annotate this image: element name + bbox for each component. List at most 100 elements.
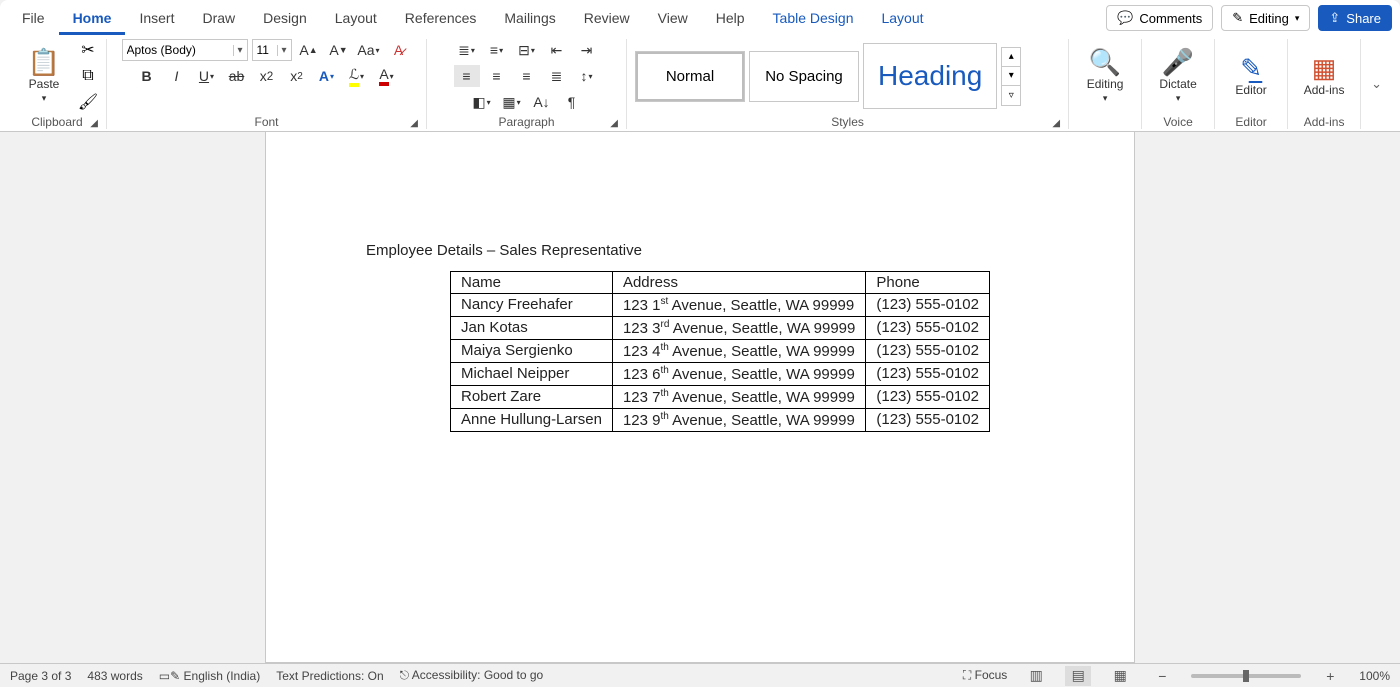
tab-references[interactable]: References: [391, 4, 491, 35]
status-predictions[interactable]: Text Predictions: On: [276, 669, 383, 683]
table-row[interactable]: Anne Hullung-Larsen 123 9th Avenue, Seat…: [451, 409, 990, 432]
focus-button[interactable]: ⛶ Focus: [963, 668, 1007, 683]
tab-design[interactable]: Design: [249, 4, 321, 35]
font-size-combo[interactable]: ▾: [252, 39, 292, 61]
employee-table[interactable]: Name Address Phone Nancy Freehafer 123 1…: [450, 271, 990, 432]
styles-scroll-up[interactable]: ▴: [1002, 48, 1020, 67]
show-marks-button[interactable]: ¶: [559, 91, 585, 113]
tab-home[interactable]: Home: [59, 4, 126, 35]
document-heading[interactable]: Employee Details – Sales Representative: [366, 242, 1054, 259]
comments-button[interactable]: 💬 Comments: [1106, 5, 1213, 31]
font-size-input[interactable]: [253, 40, 277, 60]
cell-name[interactable]: Robert Zare: [451, 386, 613, 409]
editor-button[interactable]: ✎̲ Editor: [1223, 55, 1279, 97]
zoom-slider[interactable]: [1191, 674, 1301, 678]
increase-indent-button[interactable]: ⇥: [574, 39, 600, 61]
align-center-button[interactable]: ≡: [484, 65, 510, 87]
clipboard-launcher[interactable]: ◢: [90, 118, 98, 129]
superscript-button[interactable]: x2: [284, 65, 310, 87]
col-phone[interactable]: Phone: [866, 272, 990, 294]
tab-help[interactable]: Help: [702, 4, 759, 35]
style-normal[interactable]: Normal: [635, 51, 745, 102]
zoom-level[interactable]: 100%: [1359, 669, 1390, 683]
tab-mailings[interactable]: Mailings: [490, 4, 569, 35]
share-button[interactable]: ⇪ Share: [1318, 5, 1392, 31]
style-heading[interactable]: Heading: [863, 43, 997, 109]
editing-mode-button[interactable]: ✎ Editing ▾: [1221, 5, 1310, 31]
col-address[interactable]: Address: [612, 272, 865, 294]
tab-tablelayout[interactable]: Layout: [867, 4, 937, 35]
tab-review[interactable]: Review: [570, 4, 644, 35]
print-layout-button[interactable]: ▤: [1065, 666, 1091, 686]
italic-button[interactable]: I: [164, 65, 190, 87]
zoom-in-button[interactable]: +: [1317, 666, 1343, 686]
paste-button[interactable]: 📋 Paste ▾: [16, 49, 72, 104]
style-nospacing[interactable]: No Spacing: [749, 51, 859, 102]
numbering-button[interactable]: ≡▾: [484, 39, 510, 61]
status-page[interactable]: Page 3 of 3: [10, 669, 71, 683]
tab-view[interactable]: View: [644, 4, 702, 35]
table-row[interactable]: Nancy Freehafer 123 1st Avenue, Seattle,…: [451, 294, 990, 317]
collapse-ribbon-button[interactable]: ⌄: [1361, 76, 1392, 92]
table-row[interactable]: Michael Neipper 123 6th Avenue, Seattle,…: [451, 363, 990, 386]
tab-insert[interactable]: Insert: [125, 4, 188, 35]
tab-file[interactable]: File: [8, 4, 59, 35]
justify-button[interactable]: ≣: [544, 65, 570, 87]
text-effects-button[interactable]: A▾: [314, 65, 340, 87]
sort-button[interactable]: A↓: [529, 91, 555, 113]
copy-button[interactable]: ⧉: [78, 66, 98, 86]
styles-launcher[interactable]: ◢: [1052, 118, 1060, 129]
decrease-indent-button[interactable]: ⇤: [544, 39, 570, 61]
document-canvas[interactable]: Employee Details – Sales Representative …: [0, 132, 1400, 663]
cell-address[interactable]: 123 6th Avenue, Seattle, WA 99999: [612, 363, 865, 386]
dictate-button[interactable]: 🎤 Dictate ▾: [1150, 49, 1206, 104]
cell-phone[interactable]: (123) 555-0102: [866, 294, 990, 317]
read-mode-button[interactable]: ▥: [1023, 666, 1049, 686]
bold-button[interactable]: B: [134, 65, 160, 87]
col-name[interactable]: Name: [451, 272, 613, 294]
cell-address[interactable]: 123 1st Avenue, Seattle, WA 99999: [612, 294, 865, 317]
align-left-button[interactable]: ≡: [454, 65, 480, 87]
line-spacing-button[interactable]: ↕▾: [574, 65, 600, 87]
cell-name[interactable]: Jan Kotas: [451, 317, 613, 340]
cell-phone[interactable]: (123) 555-0102: [866, 363, 990, 386]
styles-expand[interactable]: ▿: [1002, 86, 1020, 105]
font-name-combo[interactable]: ▾: [122, 39, 248, 61]
status-accessibility[interactable]: ⎋ Accessibility: Good to go: [400, 668, 544, 683]
cell-phone[interactable]: (123) 555-0102: [866, 340, 990, 363]
cell-address[interactable]: 123 4th Avenue, Seattle, WA 99999: [612, 340, 865, 363]
chevron-down-icon[interactable]: ▾: [277, 45, 291, 56]
zoom-thumb[interactable]: [1243, 670, 1249, 682]
font-name-input[interactable]: [123, 40, 233, 60]
cell-address[interactable]: 123 3rd Avenue, Seattle, WA 99999: [612, 317, 865, 340]
shading-button[interactable]: ◧▾: [469, 91, 495, 113]
chevron-down-icon[interactable]: ▾: [233, 45, 247, 56]
highlight-button[interactable]: ℒ▾: [344, 65, 370, 87]
status-language[interactable]: ▭✎ English (India): [159, 669, 260, 683]
subscript-button[interactable]: x2: [254, 65, 280, 87]
tab-tabledesign[interactable]: Table Design: [759, 4, 868, 35]
grow-font-button[interactable]: A▲: [296, 39, 322, 61]
cell-address[interactable]: 123 9th Avenue, Seattle, WA 99999: [612, 409, 865, 432]
web-layout-button[interactable]: ▦: [1107, 666, 1133, 686]
borders-button[interactable]: ▦▾: [499, 91, 525, 113]
table-row[interactable]: Maiya Sergienko 123 4th Avenue, Seattle,…: [451, 340, 990, 363]
strikethrough-button[interactable]: ab: [224, 65, 250, 87]
cell-address[interactable]: 123 7th Avenue, Seattle, WA 99999: [612, 386, 865, 409]
styles-scroll-down[interactable]: ▾: [1002, 67, 1020, 86]
cell-name[interactable]: Michael Neipper: [451, 363, 613, 386]
addins-button[interactable]: ▦ Add-ins: [1296, 55, 1352, 97]
underline-button[interactable]: U▾: [194, 65, 220, 87]
bullets-button[interactable]: ≣▾: [454, 39, 480, 61]
paragraph-launcher[interactable]: ◢: [610, 118, 618, 129]
font-launcher[interactable]: ◢: [410, 118, 418, 129]
format-painter-button[interactable]: 🖌: [78, 92, 98, 112]
shrink-font-button[interactable]: A▼: [326, 39, 352, 61]
status-words[interactable]: 483 words: [87, 669, 142, 683]
align-right-button[interactable]: ≡: [514, 65, 540, 87]
cell-name[interactable]: Nancy Freehafer: [451, 294, 613, 317]
cell-phone[interactable]: (123) 555-0102: [866, 386, 990, 409]
cell-name[interactable]: Anne Hullung-Larsen: [451, 409, 613, 432]
tab-layout[interactable]: Layout: [321, 4, 391, 35]
document-page[interactable]: Employee Details – Sales Representative …: [265, 132, 1135, 663]
